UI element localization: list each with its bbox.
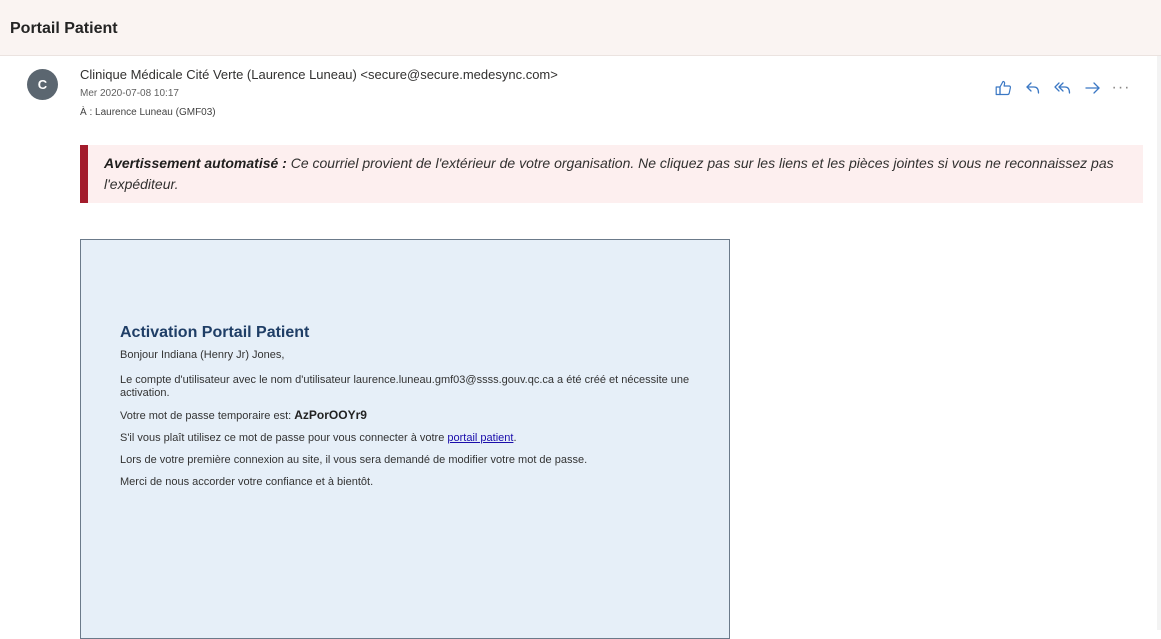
external-warning-banner: Avertissement automatisé : Ce courriel p… [80, 145, 1143, 203]
temporary-password: AzPorOOYr9 [294, 408, 367, 422]
scrollbar[interactable] [1157, 56, 1161, 630]
login-instruction-line: S'il vous plaît utilisez ce mot de passe… [120, 432, 700, 445]
email-body-card: Activation Portail Patient Bonjour India… [80, 239, 730, 639]
email-body-content: Activation Portail Patient Bonjour India… [120, 323, 700, 489]
forward-icon[interactable] [1078, 76, 1108, 100]
subject-bar: Portail Patient [0, 0, 1161, 56]
temporary-password-line: Votre mot de passe temporaire est: AzPor… [120, 409, 700, 423]
password-prefix: Votre mot de passe temporaire est: [120, 410, 295, 422]
recipient-line[interactable]: À : Laurence Luneau (GMF03) [80, 107, 216, 118]
message-actions: ··· [988, 76, 1134, 100]
portal-link[interactable]: portail patient [447, 432, 513, 444]
warning-label: Avertissement automatisé : [104, 155, 287, 171]
login-prefix: S'il vous plaît utilisez ce mot de passe… [120, 432, 448, 444]
sender-avatar[interactable]: C [27, 69, 58, 100]
activation-title: Activation Portail Patient [120, 324, 310, 341]
thumbs-up-icon[interactable] [988, 76, 1018, 100]
sent-date: Mer 2020-07-08 10:17 [80, 88, 179, 99]
email-subject: Portail Patient [10, 20, 118, 37]
login-suffix: . [513, 432, 517, 444]
more-icon[interactable]: ··· [1108, 76, 1134, 100]
first-login-text: Lors de votre première connexion au site… [120, 454, 588, 466]
thanks-text: Merci de nous accorder votre confiance e… [120, 476, 374, 488]
greeting: Bonjour Indiana (Henry Jr) Jones, [120, 349, 285, 361]
account-created-text: Le compte d'utilisateur avec le nom d'ut… [120, 374, 690, 399]
sender-line[interactable]: Clinique Médicale Cité Verte (Laurence L… [80, 67, 558, 82]
reply-icon[interactable] [1018, 76, 1048, 100]
reply-all-icon[interactable] [1048, 76, 1078, 100]
